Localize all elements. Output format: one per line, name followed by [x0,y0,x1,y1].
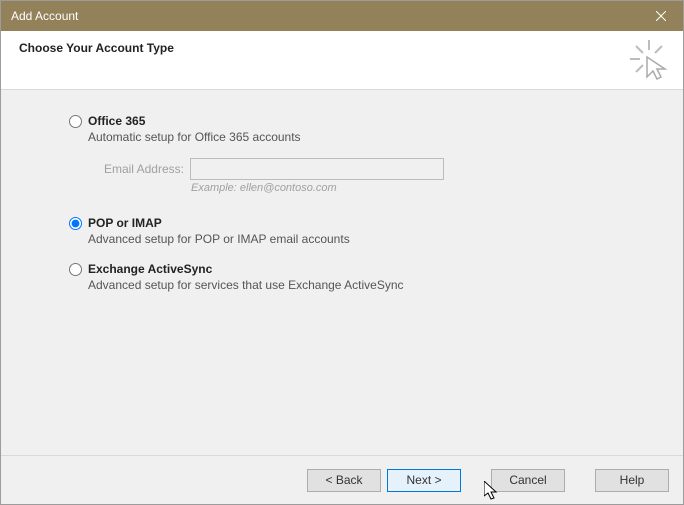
wizard-header: Choose Your Account Type [1,31,683,90]
page-title: Choose Your Account Type [19,41,669,55]
titlebar: Add Account [1,1,683,31]
option-pop-imap-desc: Advanced setup for POP or IMAP email acc… [88,232,663,246]
option-pop-imap-label: POP or IMAP [88,216,162,230]
radio-eas[interactable] [69,263,82,276]
option-office365-label: Office 365 [88,114,145,128]
radio-office365[interactable] [69,115,82,128]
help-button[interactable]: Help [595,469,669,492]
option-eas-label: Exchange ActiveSync [88,262,212,276]
next-button[interactable]: Next > [387,469,461,492]
cancel-button[interactable]: Cancel [491,469,565,492]
email-address-input [190,158,444,180]
email-example-text: Example: ellen@contoso.com [191,182,663,194]
close-button[interactable] [638,1,683,31]
option-eas-desc: Advanced setup for services that use Exc… [88,278,663,292]
back-button[interactable]: < Back [307,469,381,492]
option-pop-imap: POP or IMAP Advanced setup for POP or IM… [69,216,663,246]
option-eas: Exchange ActiveSync Advanced setup for s… [69,262,663,292]
option-office365: Office 365 Automatic setup for Office 36… [69,114,663,194]
close-icon [656,11,666,21]
wizard-content: Office 365 Automatic setup for Office 36… [1,90,683,455]
add-account-window: Add Account Choose Your Account Type [0,0,684,505]
radio-pop-imap[interactable] [69,217,82,230]
email-address-label: Email Address: [88,162,184,176]
click-cursor-icon [627,37,671,81]
option-office365-desc: Automatic setup for Office 365 accounts [88,130,663,144]
wizard-footer: < Back Next > Cancel Help [1,455,683,504]
window-title: Add Account [11,9,78,23]
